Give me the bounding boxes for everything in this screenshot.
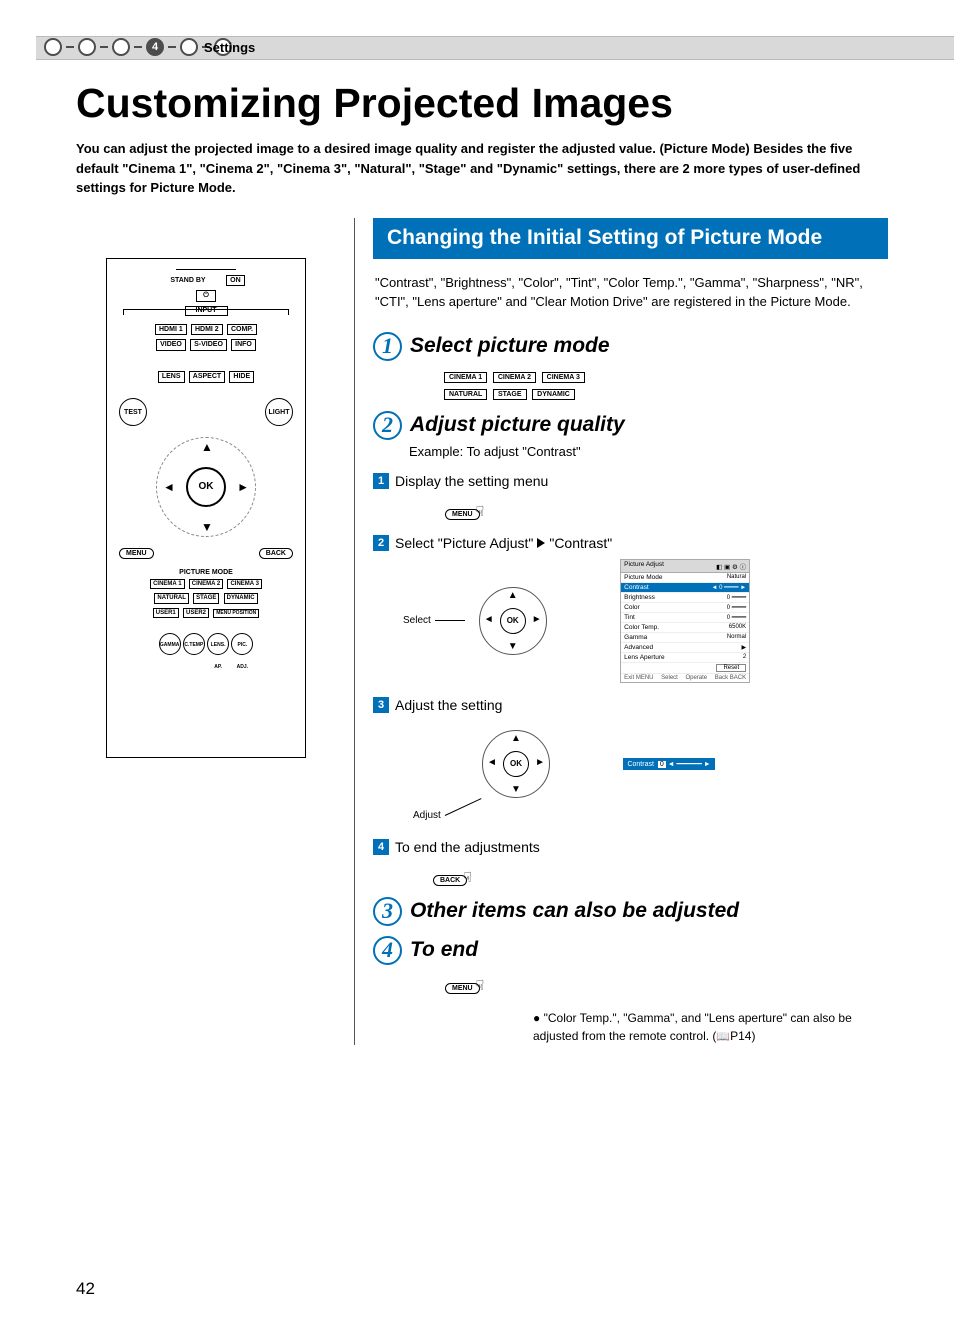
step-4: 4 To end MENU☟: [373, 936, 888, 995]
intro-text: You can adjust the projected image to a …: [76, 139, 888, 198]
section-desc: "Contrast", "Brightness", "Color", "Tint…: [375, 273, 886, 312]
remote-control-diagram: STAND BY ON ⏻ INPUT HDMI 1 HDMI 2 COMP. …: [106, 258, 306, 759]
step-3: 3 Other items can also be adjusted: [373, 897, 888, 926]
step-1: 1 Select picture mode CINEMA 1 CINEMA 2 …: [373, 332, 888, 401]
footnote: "Color Temp.", "Gamma", and "Lens apertu…: [533, 1009, 888, 1046]
page-number: 42: [76, 1279, 95, 1299]
dpad-select: ▲ ▼ ◄ ► OK: [476, 584, 550, 658]
dpad-adjust: ▲ ▼ ◄ ► OK: [479, 727, 553, 801]
remote-on-button: ON: [226, 275, 245, 287]
remote-dpad: ▲ ▼ ◄ ► OK: [151, 432, 261, 542]
osd-menu: Picture Adjust◧ ▣ ⚙ ⓘ Picture ModeNatura…: [620, 559, 750, 683]
section-heading: Changing the Initial Setting of Picture …: [373, 218, 888, 259]
page-title: Customizing Projected Images: [76, 80, 888, 127]
breadcrumb-step-active: 4: [146, 38, 164, 56]
breadcrumb-label: Settings: [204, 40, 255, 55]
step-2: 2 Adjust picture quality Example: To adj…: [373, 411, 888, 887]
contrast-slider: Contrast 0 ◄ ━━━━━━ ►: [623, 758, 714, 770]
